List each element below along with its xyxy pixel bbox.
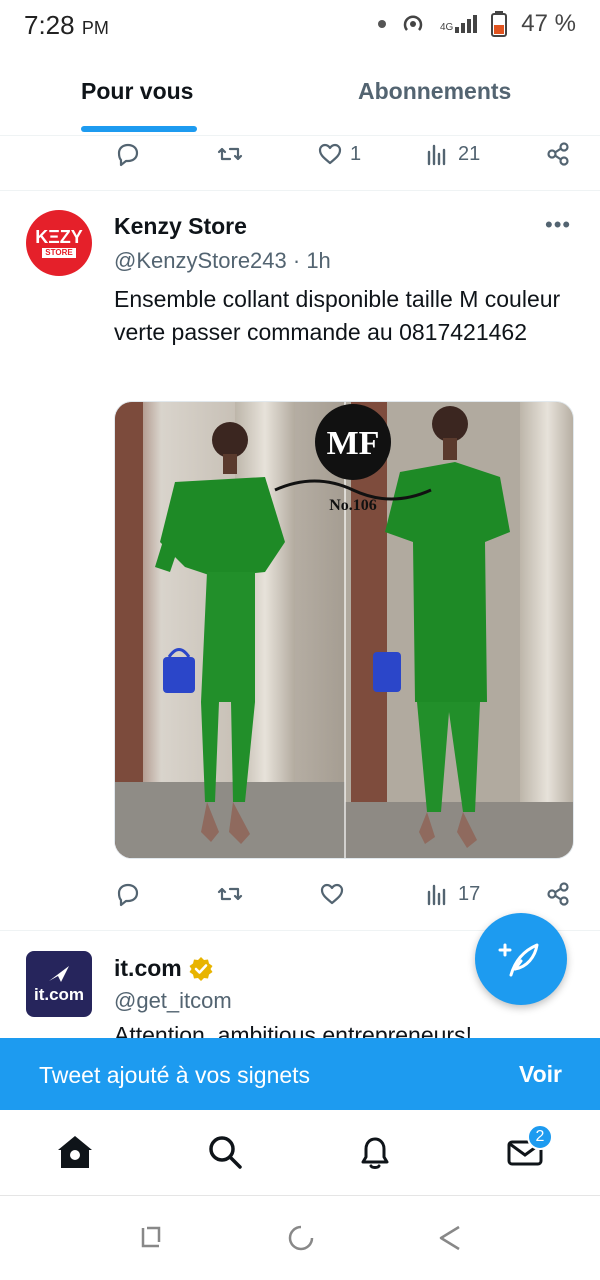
tweet-actions: 17	[0, 876, 600, 916]
hotspot-icon	[403, 15, 423, 31]
retweet-button[interactable]	[216, 880, 244, 908]
author-name: it.com	[114, 955, 182, 981]
tweet-divider	[0, 190, 600, 191]
timeline-tabs: Pour vous Abonnements	[0, 52, 600, 136]
battery-icon	[491, 11, 508, 37]
messages-badge: 2	[527, 1124, 553, 1150]
notifications-bell-icon[interactable]	[355, 1132, 395, 1172]
verified-badge-icon	[189, 956, 213, 981]
reply-icon	[117, 143, 139, 167]
views-count: 17	[458, 882, 481, 905]
avatar-logo-text: it.com	[33, 985, 85, 1004]
active-tab-indicator	[81, 126, 197, 132]
avatar[interactable]: ΚΞΖΥ STORE	[26, 210, 92, 276]
retweet-button[interactable]	[216, 140, 244, 168]
tab-for-you[interactable]: Pour vous	[81, 78, 193, 105]
analytics-icon	[427, 884, 446, 906]
tab-following[interactable]: Abonnements	[358, 78, 511, 105]
avatar-logo-text: ΚΞΖΥ	[35, 227, 83, 247]
share-icon	[547, 142, 569, 166]
snackbar-view-button[interactable]: Voir	[519, 1061, 562, 1088]
outfit-photo: MF No.106	[115, 402, 573, 858]
recents-icon[interactable]	[137, 1224, 163, 1250]
media-watermark-sub: No.106	[329, 497, 377, 514]
retweet-icon	[217, 887, 243, 901]
author-name-row[interactable]: it.com	[114, 955, 214, 982]
compose-feather-icon	[498, 943, 539, 977]
author-name[interactable]: Kenzy Store	[114, 213, 247, 240]
home-icon[interactable]	[55, 1132, 95, 1172]
bookmark-snackbar: Tweet ajouté à vos signets Voir	[0, 1038, 600, 1110]
reply-icon	[117, 883, 139, 907]
battery-percent: 47 %	[521, 10, 576, 37]
status-time: 7:28 PM	[24, 10, 109, 40]
tweet-text: Ensemble collant disponible taille M cou…	[114, 286, 561, 345]
retweet-icon	[217, 147, 243, 161]
status-bar: 7:28 PM 4G 47 %	[0, 0, 600, 52]
home-circle-icon[interactable]	[287, 1224, 315, 1252]
reply-button[interactable]	[114, 880, 142, 908]
share-button[interactable]	[544, 140, 572, 168]
author-handle[interactable]: @KenzyStore243 · 1h	[114, 248, 331, 274]
like-button[interactable]	[318, 880, 346, 908]
analytics-icon	[427, 144, 446, 166]
like-button[interactable]: 1	[316, 140, 361, 168]
snackbar-message: Tweet ajouté à vos signets	[39, 1062, 311, 1088]
views-button[interactable]: 21	[424, 140, 480, 168]
search-icon[interactable]	[205, 1132, 245, 1172]
avatar[interactable]: it.com	[26, 951, 92, 1017]
tweet-media-image[interactable]: MF No.106	[114, 401, 574, 859]
signal-icon: 4G	[440, 15, 478, 33]
author-handle[interactable]: @get_itcom	[114, 988, 232, 1014]
system-navigation	[0, 1196, 600, 1280]
reply-button[interactable]	[114, 140, 142, 168]
views-button[interactable]: 17	[424, 880, 480, 908]
media-watermark: MF	[327, 425, 380, 462]
notification-dot-icon	[377, 20, 386, 28]
prev-tweet-actions: 1 21	[0, 136, 600, 176]
more-options-icon[interactable]: •••	[545, 212, 571, 238]
heart-icon	[318, 143, 342, 165]
like-count: 1	[350, 142, 362, 165]
heart-icon	[320, 883, 344, 905]
paper-plane-icon	[49, 966, 69, 982]
avatar-logo-sub: STORE	[42, 248, 76, 258]
views-count: 21	[458, 142, 481, 165]
bottom-navigation	[0, 1110, 600, 1196]
back-icon[interactable]	[437, 1224, 463, 1252]
compose-tweet-button[interactable]	[475, 913, 567, 1005]
share-button[interactable]	[544, 880, 572, 908]
share-icon	[547, 882, 569, 906]
status-icons: 4G 47 %	[377, 10, 576, 38]
